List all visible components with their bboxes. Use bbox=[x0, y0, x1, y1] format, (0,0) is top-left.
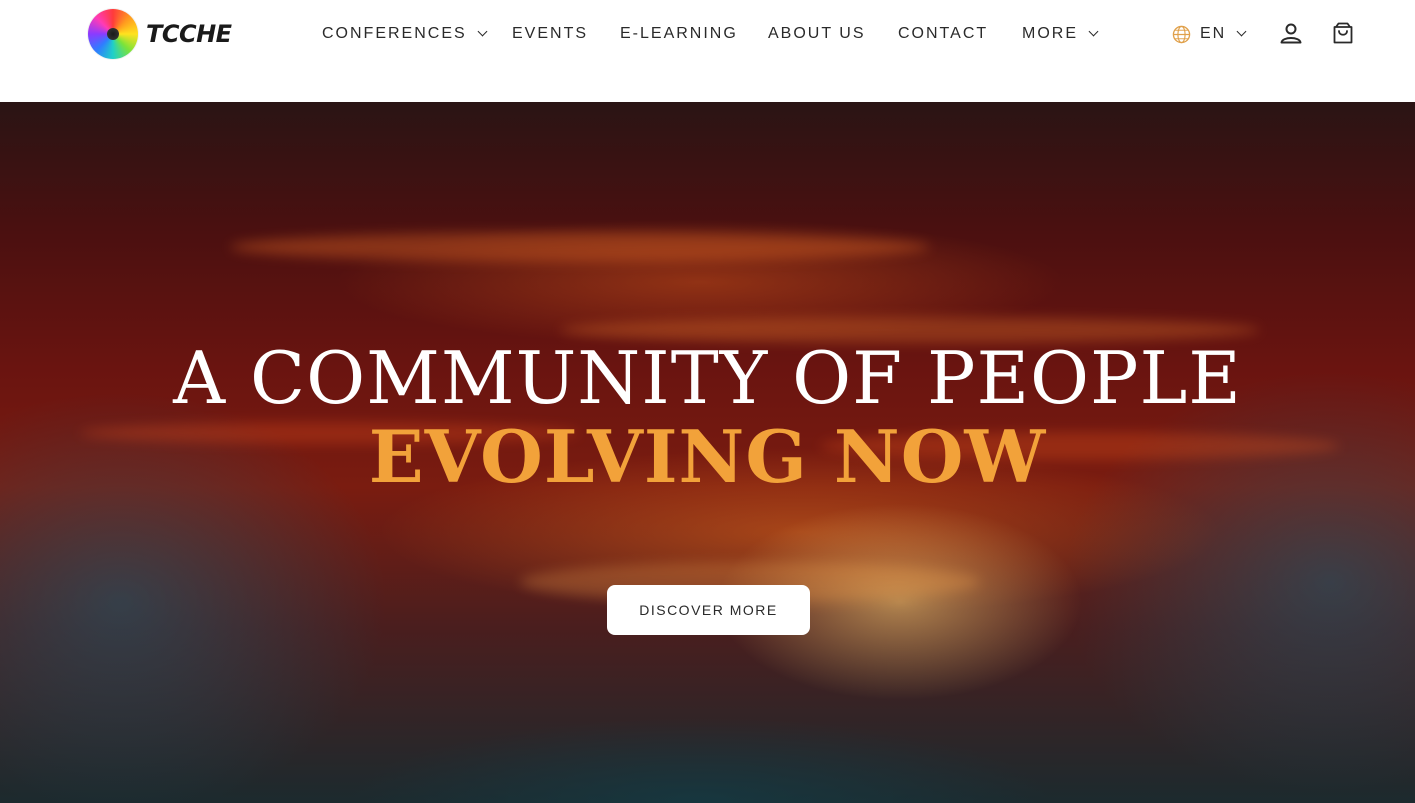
discover-more-button[interactable]: DISCOVER MORE bbox=[607, 585, 810, 635]
site-header: TCCHE CONFERENCES EVENTS E-LEARNING ABOU… bbox=[0, 0, 1415, 102]
nav-item-contact[interactable]: CONTACT bbox=[898, 22, 988, 46]
user-icon[interactable] bbox=[1279, 21, 1303, 45]
chevron-down-icon bbox=[1088, 26, 1099, 37]
hero-subtitle: EVOLVING NOW bbox=[368, 414, 1047, 499]
nav-item-e-learning[interactable]: E-LEARNING bbox=[620, 22, 738, 46]
nav-item-label: MORE bbox=[1022, 25, 1078, 42]
logo[interactable]: TCCHE bbox=[88, 9, 232, 59]
language-label: EN bbox=[1200, 25, 1227, 42]
language-selector[interactable]: EN bbox=[1172, 22, 1247, 46]
hero-title: A COMMUNITY OF PEOPLE bbox=[173, 336, 1242, 420]
globe-icon bbox=[1172, 25, 1191, 43]
chevron-down-icon bbox=[477, 26, 488, 37]
nav-item-about-us[interactable]: ABOUT US bbox=[768, 22, 866, 46]
cart-icon[interactable] bbox=[1331, 21, 1355, 45]
hero-section: A COMMUNITY OF PEOPLE EVOLVING NOW DISCO… bbox=[0, 102, 1415, 803]
logo-text: TCCHE bbox=[146, 20, 232, 48]
chevron-down-icon bbox=[1236, 26, 1247, 37]
nav-item-label: CONFERENCES bbox=[322, 25, 467, 42]
nav-item-events[interactable]: EVENTS bbox=[512, 22, 588, 46]
nav-item-label: ABOUT US bbox=[768, 25, 866, 42]
nav-item-conferences[interactable]: CONFERENCES bbox=[322, 22, 488, 46]
nav-item-label: EVENTS bbox=[512, 25, 589, 42]
hero-background-streak bbox=[230, 232, 930, 262]
logo-mark-icon bbox=[88, 9, 138, 59]
nav-item-label: E-LEARNING bbox=[620, 25, 738, 42]
nav-item-more[interactable]: MORE bbox=[1022, 22, 1099, 46]
nav-item-label: CONTACT bbox=[898, 25, 989, 42]
